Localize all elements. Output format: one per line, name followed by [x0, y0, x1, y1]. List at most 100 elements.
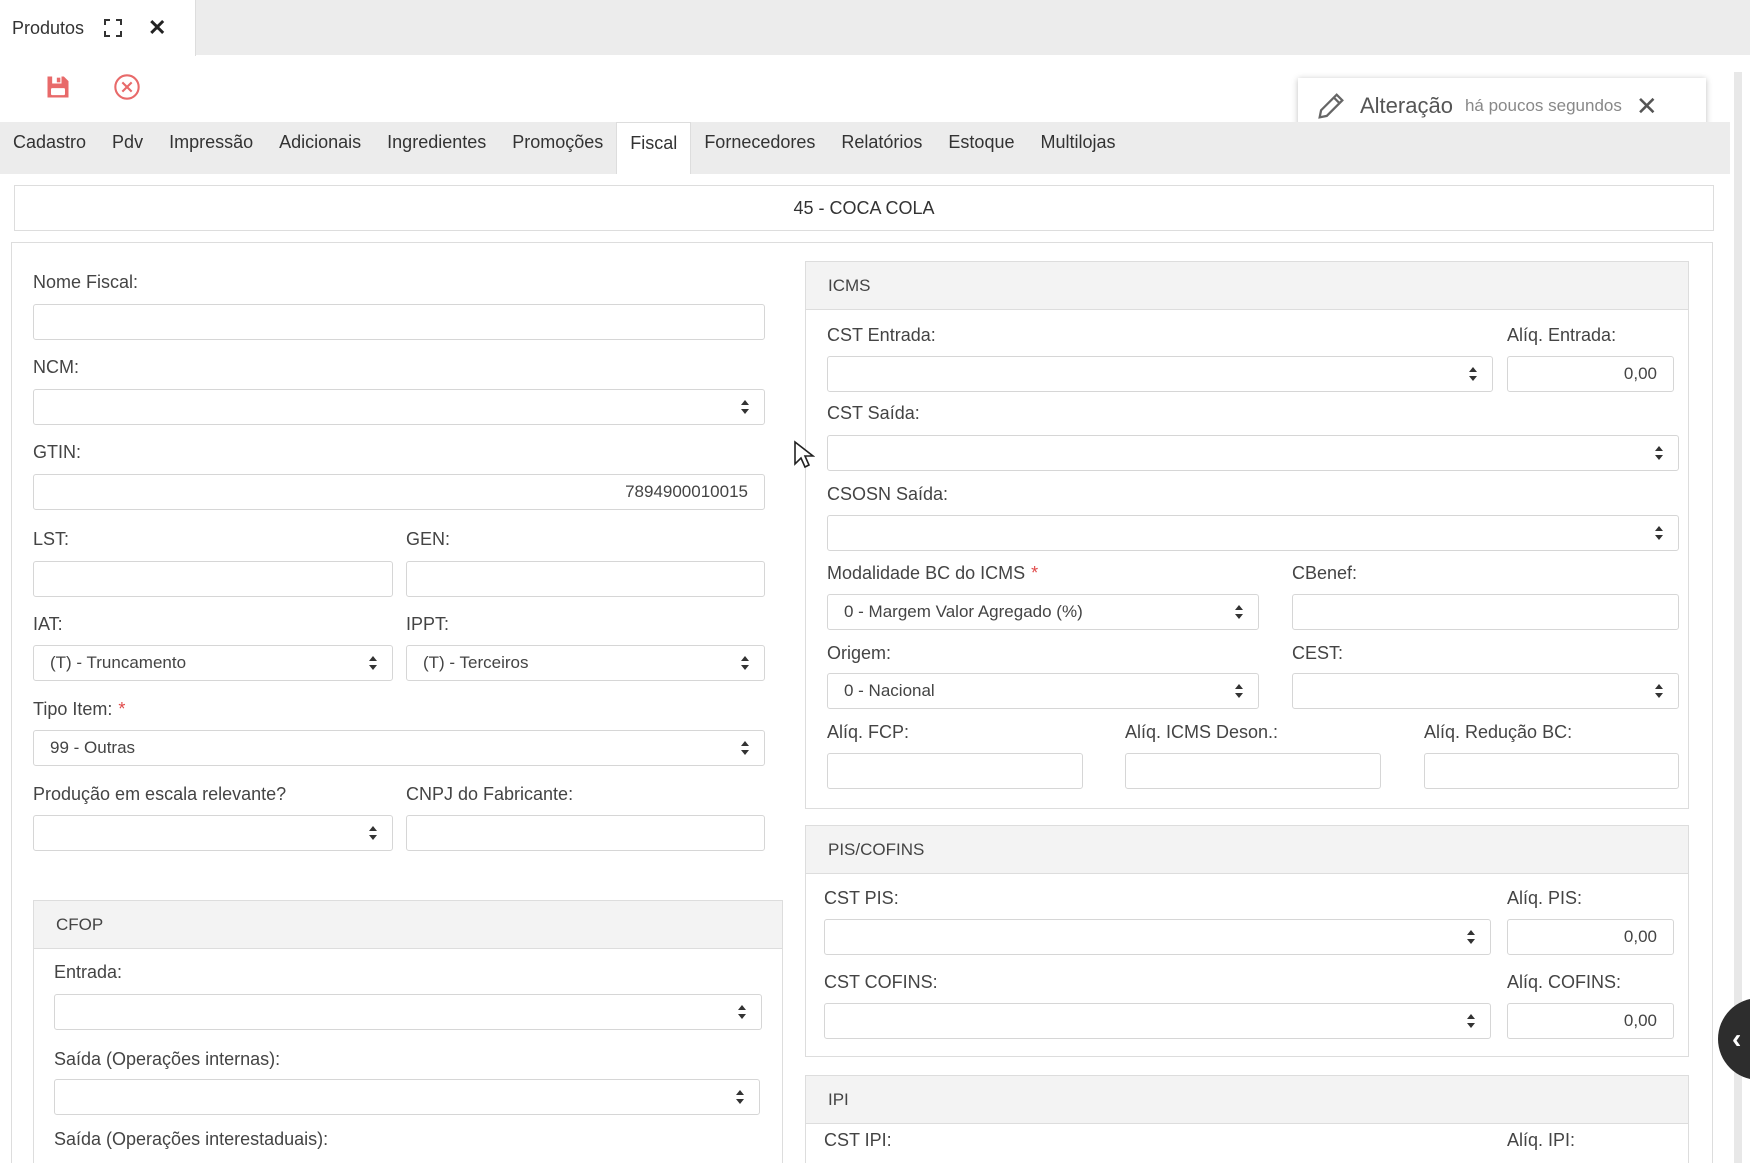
notification-title: Alteração — [1360, 93, 1453, 118]
cst-pis-label: CST PIS: — [824, 888, 899, 908]
sort-arrows-icon — [368, 655, 378, 671]
tab-cadastro[interactable]: Cadastro — [0, 122, 99, 174]
tipo-item-value: 99 - Outras — [50, 738, 136, 757]
cfop-saida-internas-select[interactable] — [54, 1079, 760, 1115]
aliq-reducao-label: Alíq. Redução BC: — [1424, 722, 1573, 742]
document-tab[interactable]: Produtos ✕ — [0, 0, 196, 56]
cst-pis-select[interactable] — [824, 919, 1491, 955]
cfop-entrada-select[interactable] — [54, 994, 762, 1030]
document-tab-title[interactable]: Produtos — [12, 18, 84, 39]
sort-arrows-icon — [1466, 1013, 1476, 1029]
cst-cofins-select[interactable] — [824, 1003, 1491, 1039]
cst-ipi-label: CST IPI: — [824, 1130, 892, 1150]
modalidade-label: Modalidade BC do ICMS * — [827, 563, 1038, 584]
tipo-item-select[interactable]: 99 - Outras — [33, 730, 765, 766]
sort-arrows-icon — [1654, 445, 1664, 461]
product-header: 45 - COCA COLA — [14, 185, 1714, 231]
producao-select[interactable] — [33, 815, 393, 851]
cest-label: CEST: — [1292, 643, 1344, 663]
sort-arrows-icon — [740, 655, 750, 671]
gen-label: GEN: — [406, 529, 451, 549]
tab-estoque[interactable]: Estoque — [935, 122, 1027, 174]
sort-arrows-icon — [1234, 604, 1244, 620]
modalidade-select[interactable]: 0 - Margem Valor Agregado (%) — [827, 594, 1259, 630]
origem-select[interactable]: 0 - Nacional — [827, 673, 1259, 709]
ncm-label: NCM: — [33, 357, 79, 377]
sort-arrows-icon — [1468, 366, 1478, 382]
sort-arrows-icon — [740, 740, 750, 756]
notification-time: há poucos segundos — [1464, 96, 1622, 115]
sort-arrows-icon — [1466, 929, 1476, 945]
cfop-section: CFOP — [33, 900, 783, 1163]
origem-label: Origem: — [827, 643, 892, 663]
aliq-cofins-input[interactable]: 0,00 — [1507, 1003, 1674, 1039]
aliq-cofins-label: Alíq. COFINS: — [1507, 972, 1622, 992]
aliq-pis-input[interactable]: 0,00 — [1507, 919, 1674, 955]
cfop-saida-internas-label: Saída (Operações internas): — [54, 1049, 281, 1069]
csosn-saida-select[interactable] — [827, 515, 1679, 551]
aliq-fcp-label: Alíq. FCP: — [827, 722, 910, 742]
tab-promocoes[interactable]: Promoções — [499, 122, 616, 174]
pis-cofins-section-title: PIS/COFINS — [806, 826, 1688, 874]
ipi-section-title: IPI — [806, 1076, 1688, 1124]
gtin-label: GTIN: — [33, 442, 81, 462]
required-marker: * — [118, 699, 126, 719]
cst-cofins-label: CST COFINS: — [824, 972, 938, 992]
aliq-entrada-input[interactable]: 0,00 — [1507, 356, 1674, 392]
cancel-circle-icon — [114, 74, 140, 100]
tab-multilojas[interactable]: Multilojas — [1027, 122, 1128, 174]
cfop-entrada-label: Entrada: — [54, 962, 123, 982]
cst-saida-label: CST Saída: — [827, 403, 920, 423]
gtin-input[interactable]: 7894900010015 — [33, 474, 765, 510]
expand-icon[interactable] — [104, 19, 123, 37]
tab-adicionais[interactable]: Adicionais — [266, 122, 374, 174]
cancel-button[interactable] — [110, 70, 144, 104]
modalidade-label-text: Modalidade BC do ICMS — [827, 563, 1026, 583]
modalidade-value: 0 - Margem Valor Agregado (%) — [844, 602, 1083, 621]
tab-fiscal[interactable]: Fiscal — [616, 122, 692, 174]
cfop-section-title: CFOP — [34, 901, 782, 949]
iat-select[interactable]: (T) - Truncamento — [33, 645, 393, 681]
cbenef-input[interactable] — [1292, 594, 1679, 630]
tipo-item-label-text: Tipo Item: — [33, 699, 113, 719]
ippt-select[interactable]: (T) - Terceiros — [406, 645, 765, 681]
icms-section-title: ICMS — [806, 262, 1688, 310]
close-tab-icon[interactable]: ✕ — [148, 17, 166, 39]
tab-fornecedores[interactable]: Fornecedores — [691, 122, 828, 174]
gen-input[interactable] — [406, 561, 765, 597]
tab-relatorios[interactable]: Relatórios — [828, 122, 935, 174]
tab-pdv[interactable]: Pdv — [99, 122, 156, 174]
aliq-ipi-label: Alíq. IPI: — [1507, 1130, 1576, 1150]
aliq-pis-label: Alíq. PIS: — [1507, 888, 1583, 908]
cfop-saida-interestaduais-label: Saída (Operações interestaduais): — [54, 1129, 329, 1149]
aliq-reducao-input[interactable] — [1424, 753, 1679, 789]
aliq-icms-deson-input[interactable] — [1125, 753, 1381, 789]
tab-impressao[interactable]: Impressão — [156, 122, 266, 174]
sort-arrows-icon — [1654, 683, 1664, 699]
nome-fiscal-input[interactable] — [33, 304, 765, 340]
cst-entrada-label: CST Entrada: — [827, 325, 936, 345]
sort-arrows-icon — [1654, 525, 1664, 541]
sort-arrows-icon — [740, 399, 750, 415]
csosn-saida-label: CSOSN Saída: — [827, 484, 949, 504]
cbenef-label: CBenef: — [1292, 563, 1358, 583]
ippt-label: IPPT: — [406, 614, 450, 634]
origem-value: 0 - Nacional — [844, 681, 935, 700]
cest-select[interactable] — [1292, 673, 1679, 709]
iat-label: IAT: — [33, 614, 63, 634]
lst-input[interactable] — [33, 561, 393, 597]
top-tab-strip — [0, 0, 1750, 55]
save-button[interactable] — [41, 70, 75, 104]
section-tabs: Cadastro Pdv Impressão Adicionais Ingred… — [0, 122, 1730, 174]
notification-close-icon[interactable]: ✕ — [1636, 93, 1658, 119]
cnpj-input[interactable] — [406, 815, 765, 851]
collapse-panel-button[interactable]: ‹ — [1718, 998, 1750, 1080]
save-icon — [47, 76, 69, 98]
cst-saida-select[interactable] — [827, 435, 1679, 471]
cst-entrada-select[interactable] — [827, 356, 1493, 392]
vertical-scrollbar[interactable] — [1734, 72, 1742, 1163]
aliq-fcp-input[interactable] — [827, 753, 1083, 789]
iat-value: (T) - Truncamento — [50, 653, 187, 672]
ncm-select[interactable] — [33, 389, 765, 425]
tab-ingredientes[interactable]: Ingredientes — [374, 122, 499, 174]
